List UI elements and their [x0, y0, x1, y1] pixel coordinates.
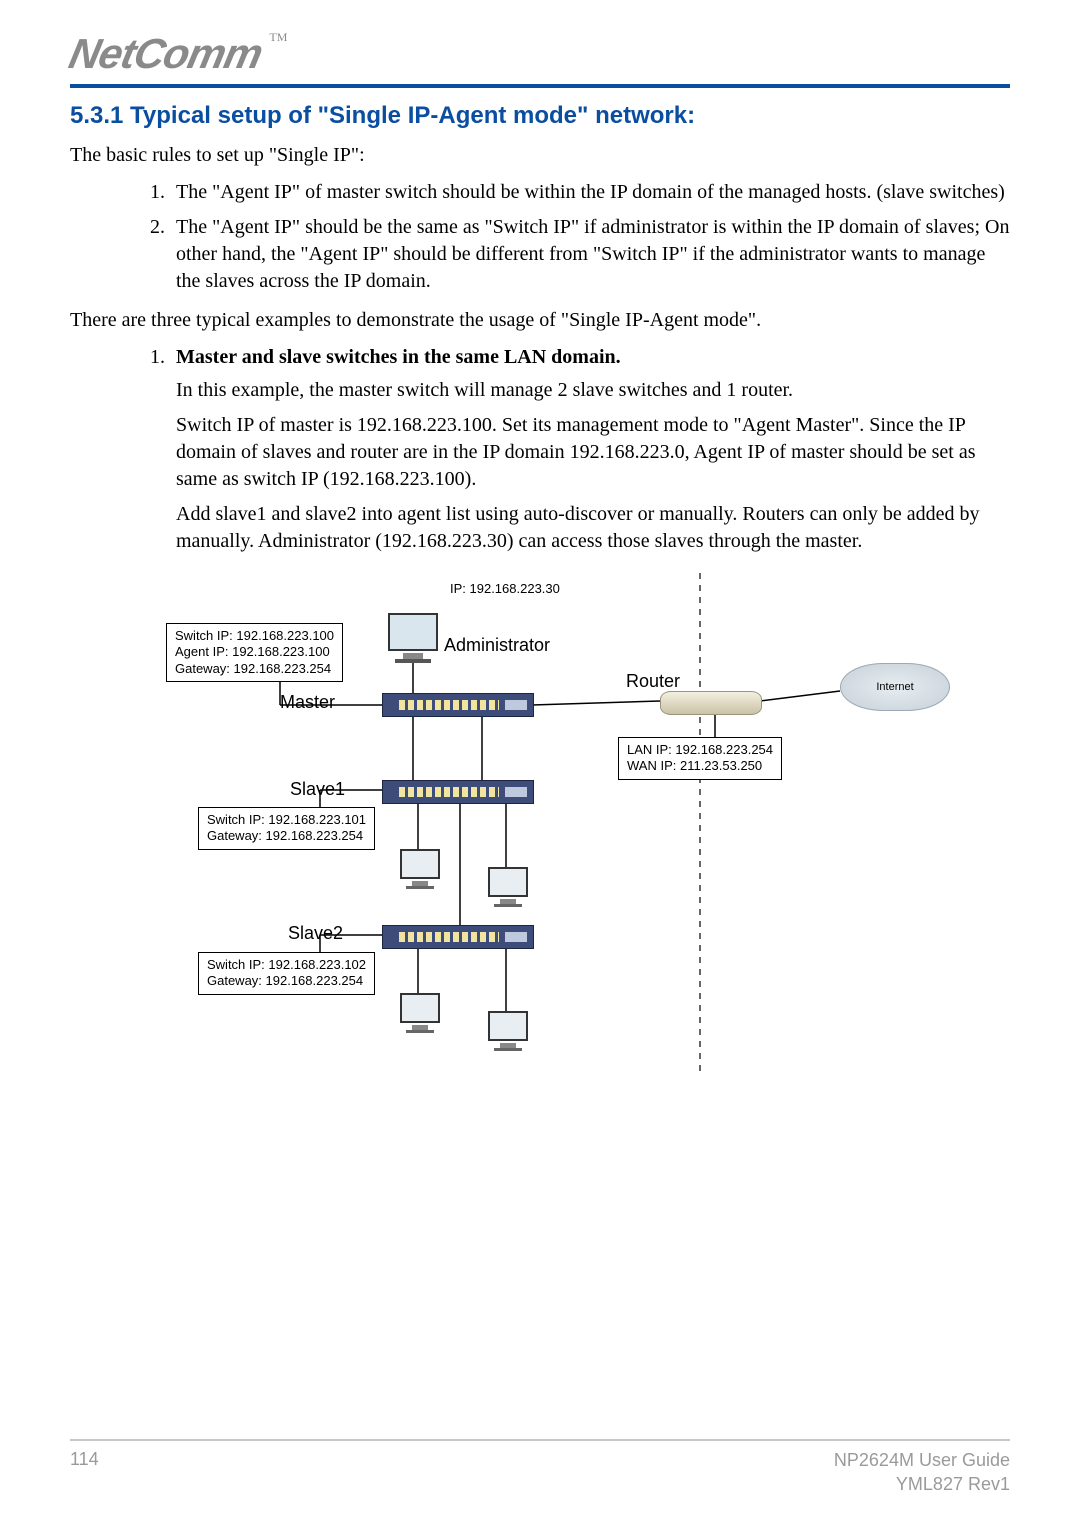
slave1-switch-ip: Switch IP: 192.168.223.101 [207, 812, 366, 828]
master-switch-ip: Switch IP: 192.168.223.100 [175, 628, 334, 644]
slave1-info-box: Switch IP: 192.168.223.101 Gateway: 192.… [198, 807, 375, 850]
internet-cloud-icon: Internet [840, 663, 950, 711]
master-info-box: Switch IP: 192.168.223.100 Agent IP: 192… [166, 623, 343, 682]
administrator-icon [388, 613, 438, 661]
example-item-1: Master and slave switches in the same LA… [170, 346, 1010, 555]
example-1-paragraph-1: In this example, the master switch will … [176, 377, 1010, 404]
slave2-gateway: Gateway: 192.168.223.254 [207, 973, 366, 989]
slave2-label: Slave2 [288, 923, 343, 944]
master-agent-ip: Agent IP: 192.168.223.100 [175, 644, 334, 660]
example-1-title: Master and slave switches in the same LA… [176, 346, 621, 368]
slave2-pc-icon [400, 993, 440, 1033]
slave2-info-box: Switch IP: 192.168.223.102 Gateway: 192.… [198, 952, 375, 995]
footer-revision: YML827 Rev1 [834, 1473, 1010, 1496]
page-header: NetComm TM [70, 30, 1010, 88]
example-1-paragraph-3: Add slave1 and slave2 into agent list us… [176, 501, 1010, 555]
administrator-label: Administrator [444, 635, 550, 656]
network-diagram: IP: 192.168.223.30 Administrator Switch … [160, 573, 980, 1093]
master-label: Master [280, 692, 335, 713]
router-wan-ip: WAN IP: 211.23.53.250 [627, 758, 773, 774]
slave1-pc-icon [400, 849, 440, 889]
router-label: Router [626, 671, 680, 692]
slave1-label: Slave1 [290, 779, 345, 800]
router-icon [660, 691, 762, 715]
admin-ip-label: IP: 192.168.223.30 [450, 581, 560, 596]
examples-intro: There are three typical examples to demo… [70, 309, 1010, 332]
example-1-paragraph-2: Switch IP of master is 192.168.223.100. … [176, 412, 1010, 493]
slave2-switch-ip: Switch IP: 192.168.223.102 [207, 957, 366, 973]
slave1-pc-2-icon [488, 867, 528, 907]
router-info-box: LAN IP: 192.168.223.254 WAN IP: 211.23.5… [618, 737, 782, 780]
slave1-gateway: Gateway: 192.168.223.254 [207, 828, 366, 844]
rule-item-1: The "Agent IP" of master switch should b… [170, 179, 1010, 206]
page-number: 114 [70, 1449, 99, 1470]
master-switch-icon [382, 693, 534, 717]
example-1-body: In this example, the master switch will … [176, 377, 1010, 555]
slave2-pc-2-icon [488, 1011, 528, 1051]
slave1-switch-icon [382, 780, 534, 804]
brand-logo: NetComm [65, 30, 267, 78]
examples-list: Master and slave switches in the same LA… [70, 346, 1010, 555]
section-title: 5.3.1 Typical setup of "Single IP-Agent … [70, 102, 1010, 130]
intro-paragraph: The basic rules to set up "Single IP": [70, 144, 1010, 167]
page-footer: 114 NP2624M User Guide YML827 Rev1 [70, 1439, 1010, 1496]
rules-list: The "Agent IP" of master switch should b… [70, 179, 1010, 295]
master-gateway: Gateway: 192.168.223.254 [175, 661, 334, 677]
footer-guide-title: NP2624M User Guide [834, 1449, 1010, 1472]
rule-item-2: The "Agent IP" should be the same as "Sw… [170, 214, 1010, 295]
footer-right: NP2624M User Guide YML827 Rev1 [834, 1449, 1010, 1496]
router-lan-ip: LAN IP: 192.168.223.254 [627, 742, 773, 758]
page: NetComm TM 5.3.1 Typical setup of "Singl… [0, 0, 1080, 1532]
trademark-symbol: TM [269, 30, 287, 44]
slave2-switch-icon [382, 925, 534, 949]
